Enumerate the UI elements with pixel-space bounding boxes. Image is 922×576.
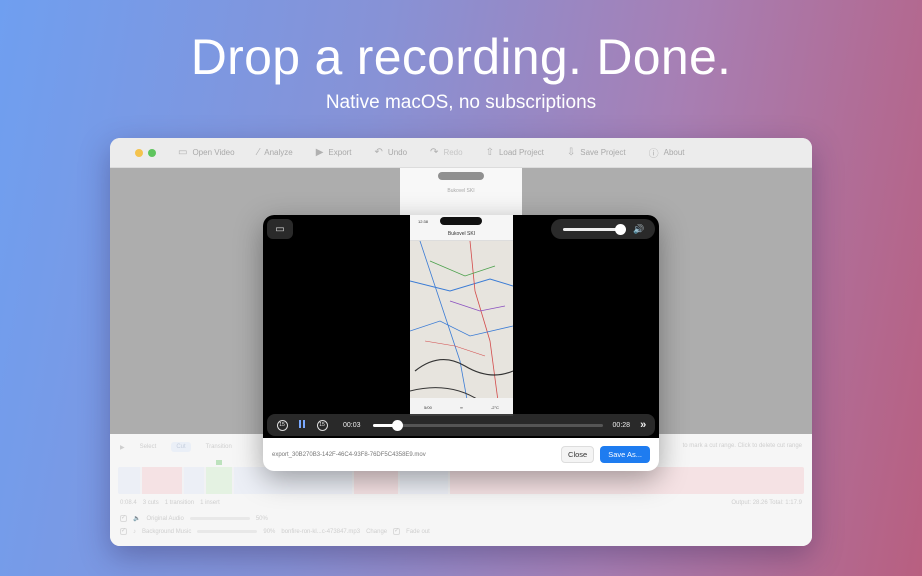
close-button[interactable]: Close bbox=[561, 446, 595, 463]
minimize-button[interactable] bbox=[135, 148, 143, 157]
volume-control[interactable]: 🔊 bbox=[551, 219, 655, 239]
pause-button[interactable] bbox=[295, 418, 309, 432]
scrubber[interactable] bbox=[372, 419, 603, 431]
volume-knob[interactable] bbox=[615, 223, 626, 235]
save-as-button[interactable]: Save As... bbox=[600, 446, 650, 463]
redo-label: Redo bbox=[443, 148, 463, 157]
skip-back-button[interactable]: 15 bbox=[275, 418, 289, 432]
rewind-15-icon: 15 bbox=[276, 419, 288, 431]
play-icon: ▶ bbox=[315, 147, 324, 158]
info-icon: ⓘ bbox=[648, 149, 659, 160]
analyze-button[interactable]: ⁄ Analyze bbox=[258, 147, 293, 158]
download-icon: ⇩ bbox=[566, 147, 576, 158]
phone-time: 12:38 bbox=[418, 219, 429, 224]
about-label: About bbox=[663, 148, 685, 157]
save-project-label: Save Project bbox=[580, 148, 626, 157]
phone-stat-left: 5/00 bbox=[424, 404, 432, 410]
load-project-button[interactable]: ⇧ Load Project bbox=[486, 147, 544, 158]
fast-forward-button[interactable]: » bbox=[640, 419, 646, 431]
phone-app-title: Bukovel SKI bbox=[410, 228, 513, 241]
wand-icon: ⁄ bbox=[257, 147, 260, 158]
export-filename: export_30B270B3-142F-46C4-93F8-76DF5C435… bbox=[272, 451, 426, 458]
save-project-button[interactable]: ⇩ Save Project bbox=[567, 147, 626, 158]
about-button[interactable]: ⓘ About bbox=[649, 145, 685, 160]
toolbar: ▭ Open Video ⁄ Analyze ▶ Export ↶ Undo ↷… bbox=[110, 138, 812, 168]
analyze-label: Analyze bbox=[264, 148, 293, 157]
undo-icon: ↶ bbox=[374, 147, 383, 158]
phone-status-bar: 12:38 bbox=[410, 215, 513, 228]
airplay-button[interactable]: ▭ bbox=[267, 219, 293, 239]
export-preview-dialog: 12:38 Bukovel SKI 5/00 ∞ -2°C ▭ 🔊 15 15 … bbox=[263, 215, 659, 471]
open-video-button[interactable]: ▭ Open Video bbox=[178, 147, 235, 158]
open-video-label: Open Video bbox=[192, 148, 235, 157]
folder-icon: ▭ bbox=[178, 147, 188, 158]
current-time: 00:03 bbox=[343, 421, 361, 429]
traffic-lights bbox=[135, 148, 156, 157]
dialog-footer: export_30B270B3-142F-46C4-93F8-76DF5C435… bbox=[263, 438, 659, 471]
skip-forward-button[interactable]: 15 bbox=[315, 418, 329, 432]
binoculars-icon: ∞ bbox=[459, 404, 463, 410]
undo-button[interactable]: ↶ Undo bbox=[375, 147, 408, 158]
phone-recording-frame: 12:38 Bukovel SKI 5/00 ∞ -2°C bbox=[410, 215, 513, 416]
undo-label: Undo bbox=[387, 148, 408, 157]
pause-icon bbox=[298, 420, 306, 430]
hero-title: Drop a recording. Done. bbox=[190, 29, 732, 85]
forward-15-icon: 15 bbox=[316, 419, 328, 431]
export-label: Export bbox=[328, 148, 352, 157]
zoom-button[interactable] bbox=[148, 148, 156, 157]
dynamic-island bbox=[440, 217, 482, 225]
ski-map bbox=[410, 241, 513, 416]
speaker-icon[interactable]: 🔊 bbox=[633, 224, 644, 235]
redo-icon: ↷ bbox=[430, 147, 439, 158]
upload-icon: ⇧ bbox=[485, 147, 494, 158]
hero-subtitle: Native macOS, no subscriptions bbox=[325, 92, 597, 113]
phone-stat-right: -2°C bbox=[490, 404, 499, 410]
airplay-icon: ▭ bbox=[275, 223, 285, 235]
scrubber-knob[interactable] bbox=[392, 419, 404, 431]
video-player[interactable]: 12:38 Bukovel SKI 5/00 ∞ -2°C ▭ 🔊 15 15 … bbox=[263, 215, 659, 438]
redo-button[interactable]: ↷ Redo bbox=[430, 147, 463, 158]
app-window: ▭ Open Video ⁄ Analyze ▶ Export ↶ Undo ↷… bbox=[110, 138, 812, 546]
load-project-label: Load Project bbox=[498, 148, 544, 157]
playback-controls: 15 15 00:03 00:28 » bbox=[267, 414, 655, 436]
total-time: 00:28 bbox=[612, 421, 631, 429]
volume-slider[interactable] bbox=[563, 223, 626, 235]
export-button[interactable]: ▶ Export bbox=[316, 147, 352, 158]
